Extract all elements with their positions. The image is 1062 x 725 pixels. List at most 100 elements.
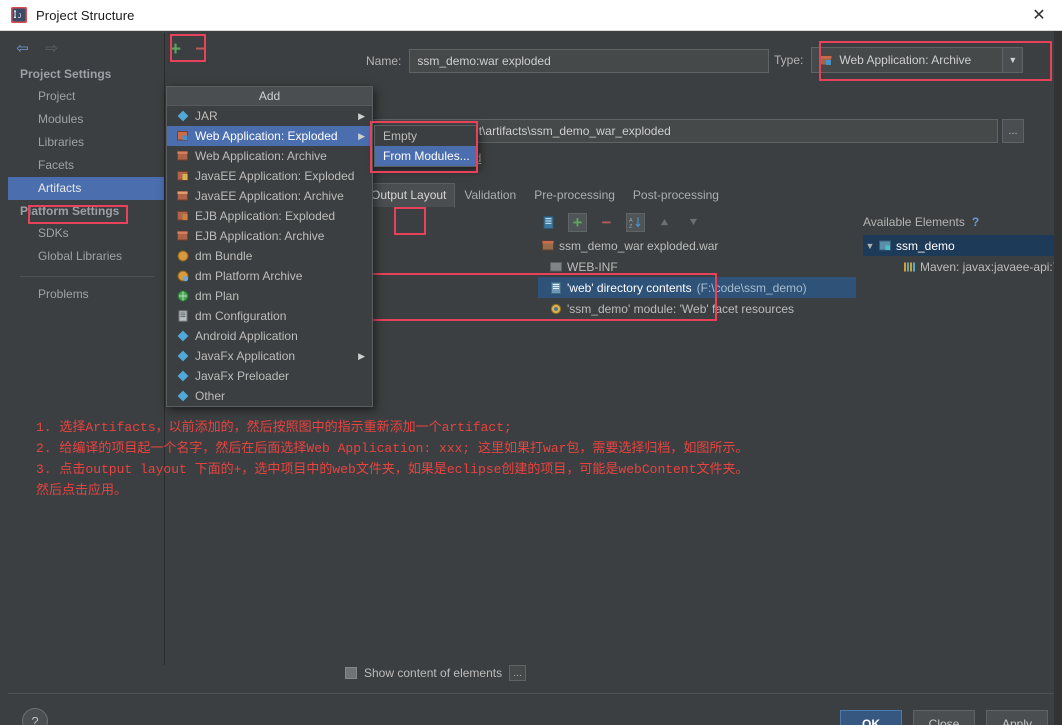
ejb-archive-icon — [174, 230, 191, 242]
menu-item-javaee-application-exploded-label: JavaEE Application: Exploded — [195, 169, 355, 183]
android-icon — [174, 330, 191, 342]
other-icon — [174, 390, 191, 402]
apply-button[interactable]: Apply — [986, 710, 1048, 725]
add-artifact-menu: Add JAR ▶ Web Application: Exploded ▶ We… — [166, 86, 373, 407]
sidebar-item-artifacts[interactable]: Artifacts — [8, 177, 164, 200]
arrow-right-icon[interactable]: ⇨ — [43, 40, 60, 57]
nav-arrows: ⇦ ⇨ — [8, 33, 164, 63]
menu-item-javafx-application[interactable]: JavaFx Application ▶ — [167, 346, 372, 366]
show-content-of-elements-row: Show content of elements ... — [345, 665, 527, 681]
artifact-type-combo[interactable]: Web Application: Archive ▼ — [811, 47, 1024, 73]
web-app-archive-icon — [818, 54, 834, 67]
footer-divider — [8, 693, 1054, 694]
menu-item-android-application[interactable]: Android Application — [167, 326, 372, 346]
menu-item-javafx-preloader-label: JavaFx Preloader — [195, 369, 290, 383]
close-icon[interactable]: ✕ — [1016, 0, 1062, 31]
chevron-down-icon[interactable]: ▼ — [1002, 48, 1023, 72]
window-title: Project Structure — [36, 7, 135, 23]
menu-item-ejb-application-archive[interactable]: EJB Application: Archive — [167, 226, 372, 246]
artifact-name-input[interactable]: ssm_demo:war exploded — [409, 49, 770, 73]
menu-item-web-application-exploded[interactable]: Web Application: Exploded ▶ — [167, 126, 372, 146]
output-layout-add-icon[interactable]: + — [568, 213, 587, 232]
ok-button[interactable]: OK — [840, 710, 902, 725]
arrow-left-icon[interactable]: ⇦ — [14, 40, 31, 57]
menu-item-jar[interactable]: JAR ▶ — [167, 106, 372, 126]
plus-icon[interactable]: + — [170, 40, 181, 59]
menu-item-javaee-application-exploded[interactable]: JavaEE Application: Exploded — [167, 166, 372, 186]
sidebar-item-facets[interactable]: Facets — [8, 154, 164, 177]
tree-row-web-directory-contents[interactable]: 'web' directory contents (F:\code\ssm_de… — [538, 277, 856, 298]
show-content-checkbox[interactable] — [345, 667, 357, 679]
menu-item-web-application-archive[interactable]: Web Application: Archive — [167, 146, 372, 166]
tab-post-processing[interactable]: Post-processing — [624, 183, 728, 208]
menu-item-dm-platform-archive[interactable]: dm Platform Archive — [167, 266, 372, 286]
jar-icon — [174, 110, 191, 122]
browse-button[interactable]: ... — [1002, 119, 1024, 143]
menu-item-javaee-application-archive[interactable]: JavaEE Application: Archive — [167, 186, 372, 206]
menu-item-dm-plan-label: dm Plan — [195, 289, 240, 303]
menu-item-javafx-application-label: JavaFx Application — [195, 349, 296, 363]
sidebar-item-problems[interactable]: Problems — [8, 283, 164, 306]
tab-validation[interactable]: Validation — [455, 183, 525, 208]
cancel-button[interactable]: Close — [913, 710, 975, 725]
tree-row-available-library-label: Maven: javax:javaee-api:7.0 — [920, 259, 1062, 274]
sidebar-item-global-libraries[interactable]: Global Libraries — [8, 245, 164, 268]
menu-item-dm-configuration[interactable]: dm Configuration — [167, 306, 372, 326]
sidebar-item-modules[interactable]: Modules — [8, 108, 164, 131]
minus-icon[interactable]: − — [195, 40, 206, 59]
menu-item-javafx-preloader[interactable]: JavaFx Preloader — [167, 366, 372, 386]
add-menu-header: Add — [167, 87, 372, 106]
tab-pre-processing[interactable]: Pre-processing — [525, 183, 624, 208]
arrow-down-icon[interactable]: ⯆ — [684, 213, 703, 232]
output-layout-remove-icon[interactable]: − — [597, 213, 616, 232]
svg-text:J: J — [18, 14, 21, 20]
sidebar-item-libraries[interactable]: Libraries — [8, 131, 164, 154]
javaee-archive-icon — [174, 190, 191, 202]
menu-item-other[interactable]: Other — [167, 386, 372, 406]
directory-contents-icon — [548, 281, 564, 294]
tree-row-webinf-label: WEB-INF — [567, 259, 618, 274]
available-elements-header: Available Elements ? — [863, 215, 979, 229]
tree-row-webinf[interactable]: WEB-INF — [538, 256, 856, 277]
submenu-item-empty[interactable]: Empty — [375, 126, 477, 146]
artifact-name-row: Name: ssm_demo:war exploded — [366, 49, 770, 73]
menu-item-web-application-exploded-label: Web Application: Exploded — [195, 129, 338, 143]
tree-row-web-facet-resources[interactable]: 'ssm_demo' module: 'Web' facet resources — [538, 298, 856, 319]
menu-item-dm-bundle[interactable]: dm Bundle — [167, 246, 372, 266]
show-content-options-button[interactable]: ... — [509, 665, 527, 681]
chevron-right-icon[interactable]: ▶ — [358, 351, 365, 362]
tree-row-available-library[interactable]: Maven: javax:javaee-api:7.0 (Project Lib… — [863, 256, 1062, 277]
menu-item-dm-bundle-label: dm Bundle — [195, 249, 253, 263]
chevron-right-icon[interactable]: ▶ — [358, 111, 365, 122]
menu-item-ejb-application-exploded[interactable]: EJB Application: Exploded — [167, 206, 372, 226]
sidebar-item-project[interactable]: Project — [8, 85, 164, 108]
dm-config-icon — [174, 310, 191, 322]
menu-item-dm-plan[interactable]: dm Plan — [167, 286, 372, 306]
tree-row-available-module[interactable]: ▼ ssm_demo — [863, 235, 1062, 256]
annotation-line-1: 1. 选择Artifacts，以前添加的，然后按照图中的指示重新添加一个arti… — [36, 420, 512, 435]
output-layout-toolbar: + − A Z ⯅ ⯆ — [539, 213, 703, 232]
chevron-down-icon[interactable]: ▼ — [863, 241, 877, 251]
module-icon[interactable] — [539, 213, 558, 232]
dm-bundle-icon — [174, 250, 191, 262]
help-button[interactable]: ? — [22, 708, 48, 725]
tree-row-root[interactable]: ssm_demo_war exploded.war — [538, 235, 856, 256]
highlight-output-layout-add — [394, 207, 426, 235]
dm-platform-icon — [174, 270, 191, 282]
web-app-exploded-icon — [174, 130, 191, 142]
sidebar-item-sdks[interactable]: SDKs — [8, 222, 164, 245]
sort-az-icon[interactable]: A Z — [626, 213, 645, 232]
annotation-line-3: 3. 点击output layout 下面的+，选中项目中的web文件夹，如果是… — [36, 462, 749, 477]
help-question-icon[interactable]: ? — [972, 215, 979, 229]
svg-text:Z: Z — [629, 224, 633, 229]
add-submenu: Empty From Modules... — [374, 125, 478, 167]
arrow-up-icon[interactable]: ⯅ — [655, 213, 674, 232]
submenu-item-from-modules[interactable]: From Modules... — [375, 146, 477, 166]
javafx-icon — [174, 350, 191, 362]
chevron-right-icon[interactable]: ▶ — [358, 131, 365, 142]
tab-output-layout[interactable]: Output Layout — [362, 183, 456, 208]
menu-item-ejb-application-exploded-label: EJB Application: Exploded — [195, 209, 336, 223]
artifact-type-row: Type: Web Application: Archive ▼ — [774, 47, 1024, 73]
menu-item-web-application-archive-label: Web Application: Archive — [195, 149, 327, 163]
menu-item-android-application-label: Android Application — [195, 329, 298, 343]
